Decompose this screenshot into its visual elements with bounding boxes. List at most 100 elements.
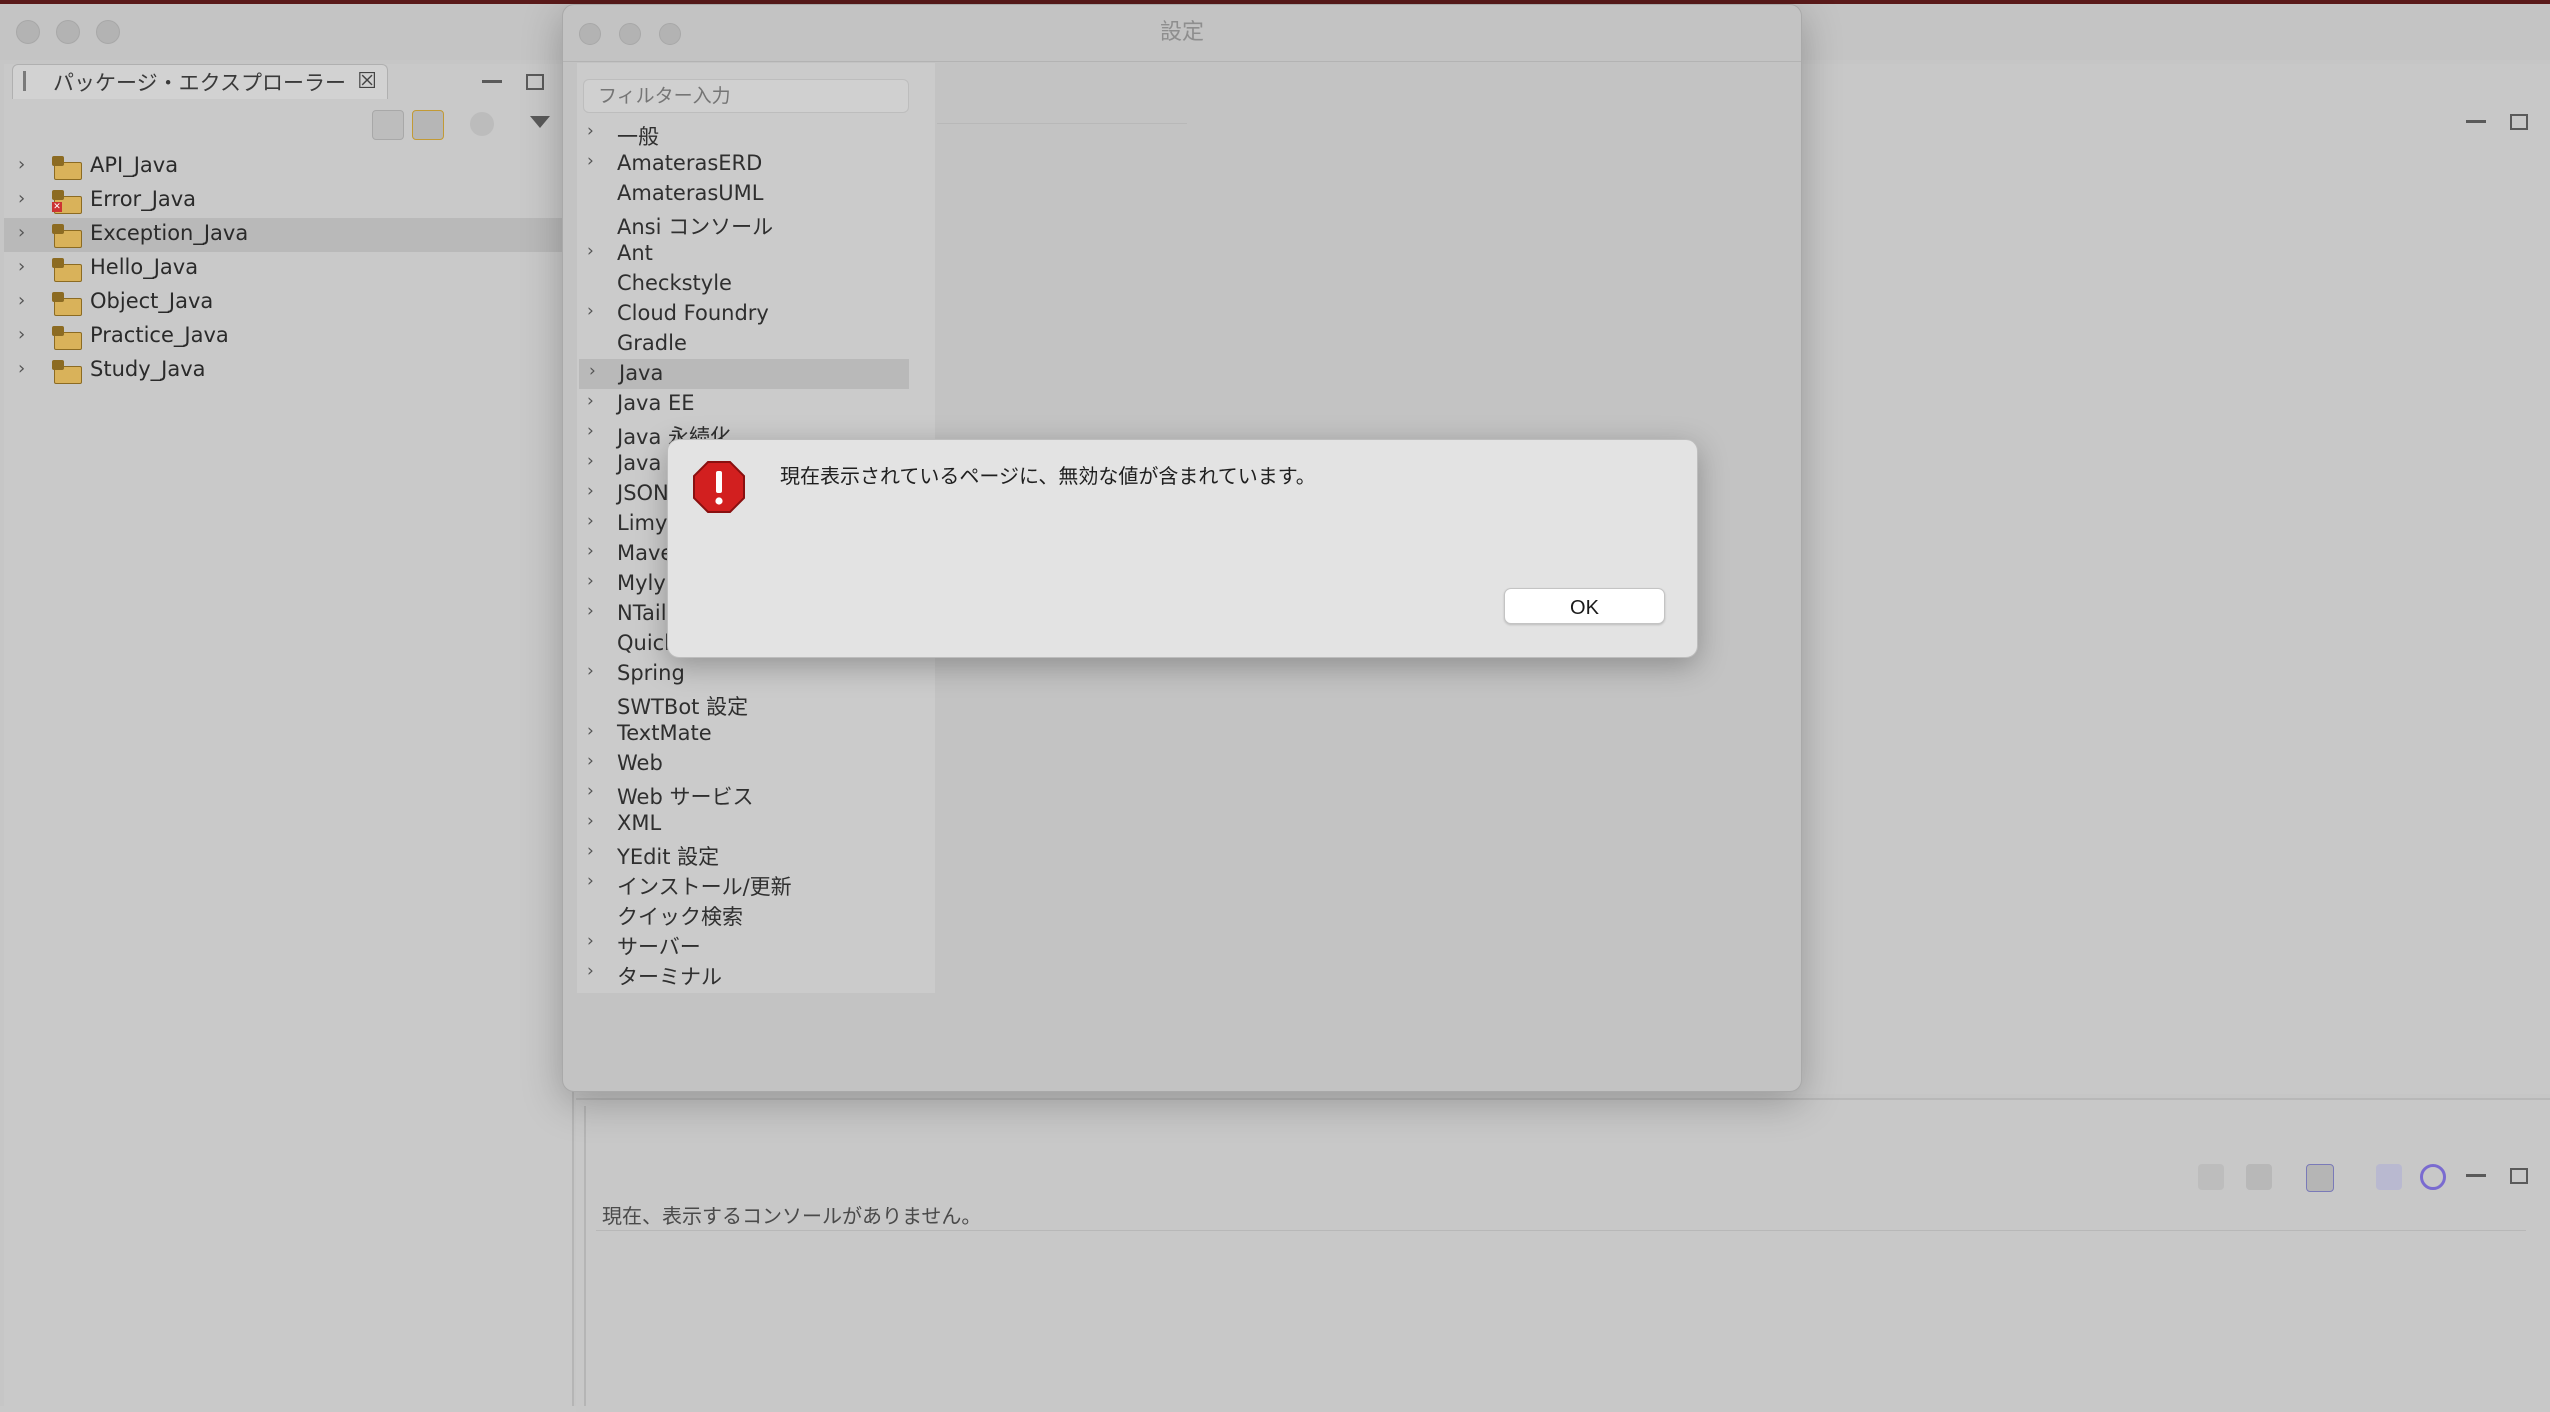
chevron-right-icon[interactable]: › [587,811,594,831]
editor-minimize-icon[interactable] [2466,120,2486,123]
error-icon [693,461,745,513]
java-project-icon: ✕ [52,190,82,214]
chevron-right-icon[interactable]: › [587,391,594,411]
preference-item[interactable]: › インストール/更新 [577,869,935,899]
display-console-icon[interactable] [2246,1164,2272,1190]
chevron-right-icon[interactable]: › [587,541,594,561]
console-minimize-icon[interactable] [2466,1174,2486,1177]
project-row[interactable]: › ✕ Error_Java [4,184,572,218]
preferences-title: 設定 [1159,20,1204,45]
filter-icon[interactable] [470,112,494,136]
preference-label: Web [617,751,663,775]
chevron-right-icon[interactable]: › [18,222,25,243]
project-row[interactable]: › Hello_Java [4,252,572,286]
close-icon[interactable]: ☒ [357,69,377,94]
chevron-right-icon[interactable]: › [587,781,594,801]
preference-item[interactable]: › AmaterasERD [577,149,935,179]
console-empty-message: 現在、表示するコンソールがありません。 [602,1204,982,1228]
preference-item[interactable]: › Cloud Foundry [577,299,935,329]
chevron-right-icon[interactable]: › [587,721,594,741]
project-name: Exception_Java [90,221,249,245]
preference-item[interactable]: AmaterasUML [577,179,935,209]
project-row[interactable]: › API_Java [4,150,572,184]
package-explorer-tab[interactable]: パッケージ・エクスプローラー ☒ [12,64,388,99]
collapse-all-icon[interactable] [372,110,404,140]
preference-item[interactable]: › YEdit 設定 [577,839,935,869]
chevron-right-icon[interactable]: › [587,931,594,951]
zoom-window-button[interactable] [96,20,120,44]
editor-maximize-icon[interactable] [2510,114,2528,130]
preference-item[interactable]: › Java EE [577,389,935,419]
preference-item[interactable]: › サーバー [577,929,935,959]
chevron-right-icon[interactable]: › [18,256,25,277]
sts-icon[interactable] [2420,1164,2446,1190]
preference-item[interactable]: Ansi コンソール [577,209,935,239]
console-maximize-icon[interactable] [2510,1168,2528,1184]
maximize-view-icon[interactable] [526,74,544,90]
chevron-right-icon[interactable]: › [587,961,594,981]
console-clear-icon[interactable] [2376,1164,2402,1190]
preference-label: Cloud Foundry [617,301,769,325]
chevron-right-icon[interactable]: › [587,511,594,531]
preference-item[interactable]: › Java [579,359,909,389]
preference-item[interactable]: › Spring [577,659,935,689]
preference-item[interactable]: › Web [577,749,935,779]
preference-item[interactable]: › Ant [577,239,935,269]
open-console-icon[interactable] [2306,1164,2334,1192]
chevron-right-icon[interactable]: › [587,571,594,591]
chevron-right-icon[interactable]: › [18,324,25,345]
preference-label: Spring [617,661,685,685]
chevron-right-icon[interactable]: › [587,601,594,621]
preference-item[interactable]: › ターミナル [577,959,935,989]
preference-label: AmaterasERD [617,151,763,175]
chevron-right-icon[interactable]: › [587,121,594,141]
chevron-right-icon[interactable]: › [18,154,25,175]
package-explorer-icon [23,71,42,91]
chevron-right-icon[interactable]: › [18,290,25,311]
project-name: Hello_Java [90,255,199,279]
preference-label: Web サービス [617,785,754,809]
preference-item[interactable]: クイック検索 [577,899,935,929]
minimize-window-button[interactable] [56,20,80,44]
chevron-right-icon[interactable]: › [587,481,594,501]
preference-label: AmaterasUML [617,181,764,205]
chevron-right-icon[interactable]: › [589,361,596,381]
chevron-right-icon[interactable]: › [587,301,594,321]
preference-item[interactable]: Gradle [577,329,935,359]
link-with-editor-icon[interactable] [412,110,444,140]
project-row[interactable]: › Exception_Java [4,218,572,252]
filter-input[interactable] [583,79,909,113]
chevron-right-icon[interactable]: › [587,241,594,261]
preference-item[interactable]: › Web サービス [577,779,935,809]
chevron-right-icon[interactable]: › [587,421,594,441]
prefs-page-divider [937,123,1187,124]
package-explorer-tab-label: パッケージ・エクスプローラー [53,71,346,95]
view-menu-icon[interactable] [530,116,550,128]
chevron-right-icon[interactable]: › [587,661,594,681]
chevron-right-icon[interactable]: › [587,841,594,861]
pin-console-icon[interactable] [2198,1164,2224,1190]
minimize-view-icon[interactable] [482,80,502,83]
java-project-icon [52,224,82,248]
preference-label: Gradle [617,331,687,355]
ok-button[interactable]: OK [1504,588,1665,624]
preference-item[interactable]: › XML [577,809,935,839]
close-window-button[interactable] [16,20,40,44]
project-row[interactable]: › Practice_Java [4,320,572,354]
project-row[interactable]: › Study_Java [4,354,572,388]
chevron-right-icon[interactable]: › [587,751,594,771]
chevron-right-icon[interactable]: › [587,451,594,471]
preference-item[interactable]: › TextMate [577,719,935,749]
preference-label: TextMate [617,721,712,745]
chevron-right-icon[interactable]: › [18,188,25,209]
preference-label: Java [619,361,664,385]
preference-item[interactable]: › 一般 [577,119,935,149]
chevron-right-icon[interactable]: › [587,151,594,171]
chevron-right-icon[interactable]: › [587,871,594,891]
project-name: API_Java [90,153,179,177]
console-view: 現在、表示するコンソールがありません。 [584,1106,2542,1406]
chevron-right-icon[interactable]: › [18,358,25,379]
project-row[interactable]: › Object_Java [4,286,572,320]
preference-item[interactable]: SWTBot 設定 [577,689,935,719]
preference-item[interactable]: Checkstyle [577,269,935,299]
